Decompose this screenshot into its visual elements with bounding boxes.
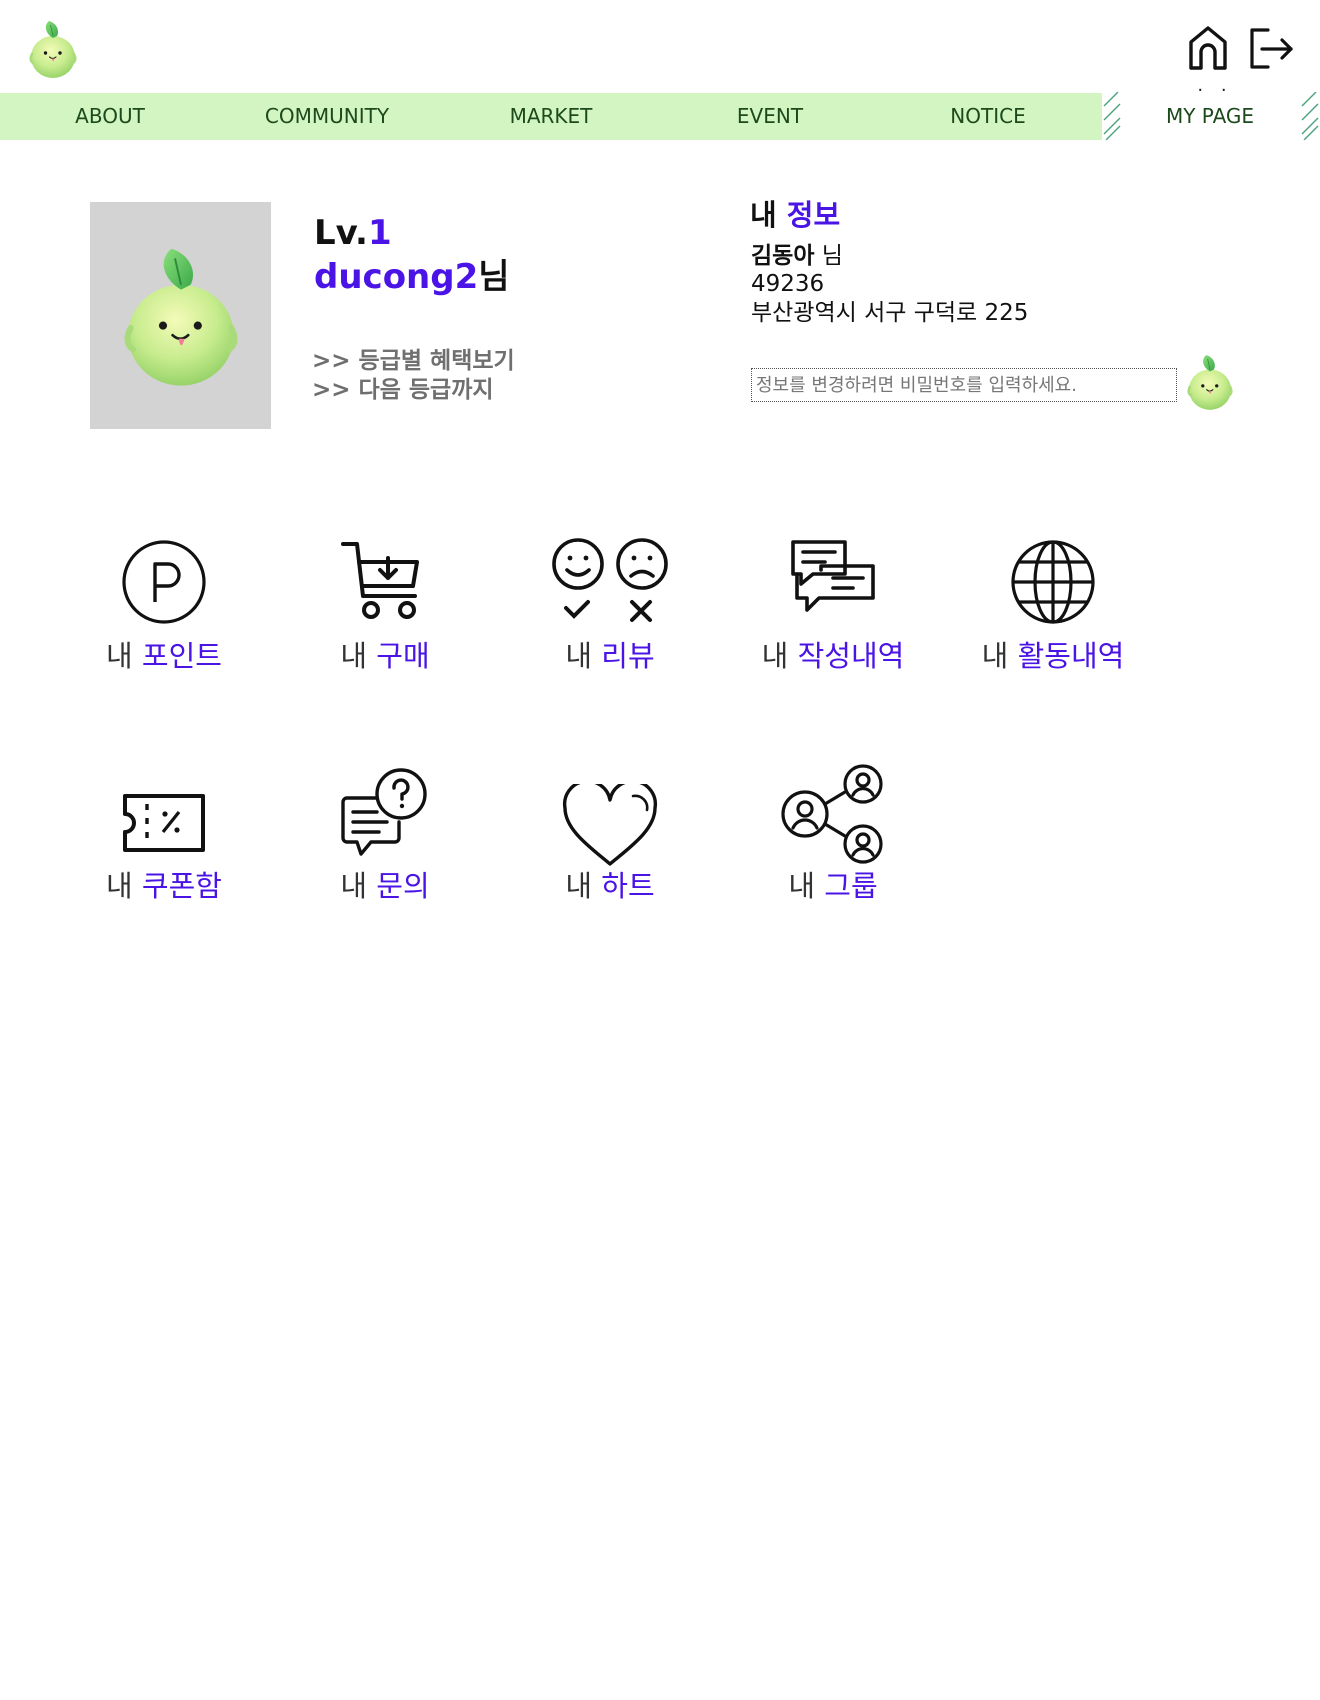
password-submit-button[interactable] (1186, 352, 1234, 412)
menu-my-point[interactable]: 내 포인트 (64, 534, 264, 674)
level-label: Lv.1 (314, 212, 392, 254)
menu-label: 내 그룹 (788, 869, 878, 903)
postal-code: 49236 (751, 271, 825, 297)
logo[interactable] (28, 18, 78, 80)
review-icon (510, 536, 710, 628)
menu-my-review[interactable]: 내 리뷰 (510, 534, 710, 674)
username-label: ducong2님 (314, 256, 510, 298)
user-real-name: 김동아 (751, 243, 815, 269)
nav-about[interactable]: ABOUT (40, 93, 180, 140)
nav-market[interactable]: MARKET (481, 93, 621, 140)
menu-label: 내 작성내역 (761, 639, 905, 673)
menu-my-activity[interactable]: 내 활동내역 (953, 534, 1153, 674)
user-name-suffix: 님 (821, 243, 843, 269)
menu-my-inquiry[interactable]: 내 문의 (285, 766, 485, 906)
menu-my-heart[interactable]: 내 하트 (510, 766, 710, 906)
coupon-icon (64, 792, 264, 854)
nav-my-page[interactable]: MY PAGE (1140, 93, 1280, 140)
level-prefix: Lv. (314, 213, 368, 253)
chat-bubbles-icon (733, 538, 933, 628)
next-grade-link[interactable]: >> 다음 등급까지 (312, 375, 494, 405)
nav-notice[interactable]: NOTICE (918, 93, 1058, 140)
info-name: 김동아 님 (751, 242, 843, 270)
group-share-icon (733, 764, 933, 864)
menu-label: 내 문의 (340, 869, 430, 903)
menu-my-posts[interactable]: 내 작성내역 (733, 534, 933, 674)
heart-icon (510, 784, 710, 868)
globe-icon (953, 538, 1153, 626)
question-chat-icon (285, 766, 485, 858)
username-suffix: 님 (478, 257, 510, 297)
username: ducong2 (314, 257, 479, 297)
info-title: 내 정보 (750, 196, 840, 234)
password-input[interactable] (751, 368, 1177, 402)
nav-event[interactable]: EVENT (700, 93, 840, 140)
nav-hatch-right-decoration (1301, 92, 1319, 140)
info-title-highlight: 정보 (786, 198, 841, 232)
logout-button[interactable] (1246, 24, 1294, 74)
menu-label: 내 쿠폰함 (106, 869, 222, 903)
home-button[interactable] (1186, 24, 1230, 74)
info-title-prefix: 내 (750, 198, 777, 232)
avatar (90, 202, 271, 429)
address: 부산광역시 서구 구덕로 225 (751, 300, 1029, 326)
nav-community[interactable]: COMMUNITY (247, 93, 407, 140)
menu-my-coupons[interactable]: 내 쿠폰함 (64, 766, 264, 906)
grade-benefits-link[interactable]: >> 등급별 혜택보기 (312, 346, 515, 376)
menu-label: 내 하트 (565, 869, 655, 903)
menu-label: 내 리뷰 (565, 639, 655, 673)
cart-icon (285, 538, 485, 628)
menu-label: 내 포인트 (106, 639, 222, 673)
menu-label: 내 구매 (340, 639, 430, 673)
nav-hatch-left-decoration (1103, 92, 1121, 140)
logout-icon (1246, 28, 1294, 78)
menu-label: 내 활동내역 (981, 639, 1125, 673)
menu-my-purchase[interactable]: 내 구매 (285, 534, 485, 674)
point-icon (64, 538, 264, 626)
level-value: 1 (367, 213, 392, 253)
menu-my-group[interactable]: 내 그룹 (733, 764, 933, 906)
